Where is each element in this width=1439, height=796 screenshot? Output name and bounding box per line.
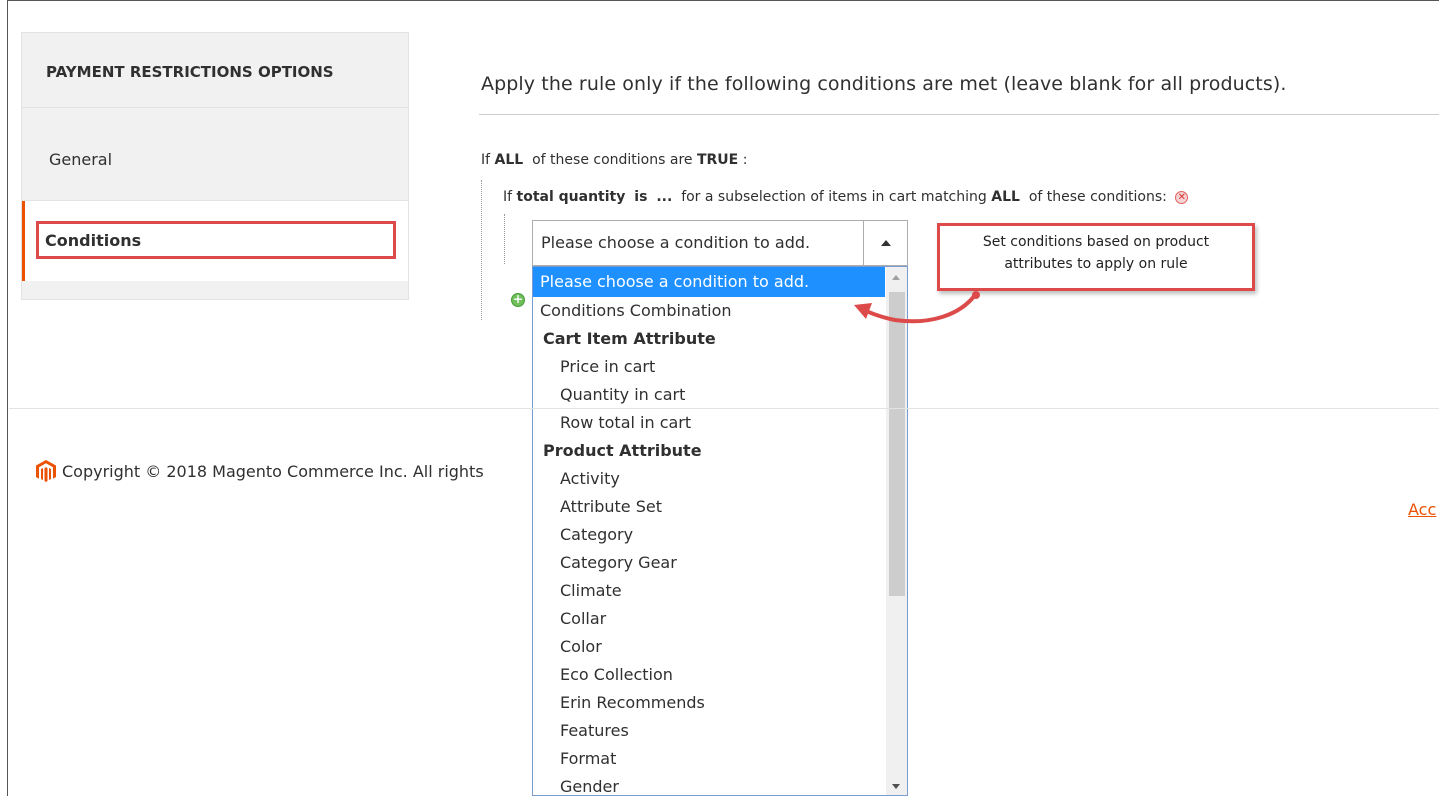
footer-copyright: Copyright © 2018 Magento Commerce Inc. A… (62, 462, 484, 481)
condition-root-value[interactable]: TRUE (697, 152, 738, 168)
condition-dropdown-options: Please choose a condition to add. Conditi… (533, 267, 907, 795)
heading-divider (479, 114, 1439, 115)
condition-root-line: If ALL of these conditions are TRUE : (481, 152, 747, 168)
dropdown-option[interactable]: Activity (533, 465, 885, 493)
condition-subselect-prefix: If (503, 189, 513, 205)
condition-root-suffix: : (742, 152, 748, 168)
condition-subselect-aggregator[interactable]: ALL (991, 189, 1020, 205)
condition-subselect-middle: for a subselection of items in cart matc… (681, 189, 987, 205)
dropdown-option[interactable]: Attribute Set (533, 493, 885, 521)
condition-subselect-value[interactable]: ... (656, 189, 672, 205)
dropdown-option[interactable]: Collar (533, 605, 885, 633)
condition-select-toggle[interactable] (863, 221, 907, 265)
footer-divider (9, 408, 1439, 409)
annotation-callout: Set conditions based on product attribut… (937, 223, 1255, 291)
condition-subselect-attr[interactable]: total quantity (517, 189, 626, 205)
condition-dropdown-list[interactable]: Please choose a condition to add. Conditi… (532, 266, 908, 796)
dropdown-scrollbar[interactable] (886, 267, 907, 795)
left-border (0, 0, 8, 796)
scrollbar-thumb[interactable] (889, 292, 905, 596)
dropdown-option[interactable]: Quantity in cart (533, 381, 885, 409)
dropdown-optgroup-label: Product Attribute (543, 441, 702, 460)
condition-subselect-line: If total quantity is ... for a subselect… (503, 189, 1189, 205)
condition-subselect-suffix: of these conditions: (1028, 189, 1167, 205)
condition-subselect-op[interactable]: is (634, 189, 647, 205)
dropdown-option[interactable]: Eco Collection (533, 661, 885, 689)
add-condition-icon[interactable]: + (511, 293, 525, 307)
footer-account-link[interactable]: Acc (1408, 500, 1436, 519)
condition-tree-line (481, 180, 482, 320)
dropdown-option[interactable]: Category Gear (533, 549, 885, 577)
dropdown-option[interactable]: Please choose a condition to add. (533, 267, 885, 297)
annotation-callout-line1: Set conditions based on product (982, 234, 1210, 250)
sidebar-item-general[interactable]: General (22, 108, 408, 201)
dropdown-option[interactable]: Erin Recommends (533, 689, 885, 717)
sidebar: PAYMENT RESTRICTIONS OPTIONS General Con… (21, 32, 409, 300)
sidebar-item-conditions[interactable]: Conditions (22, 201, 408, 281)
chevron-up-icon (881, 240, 891, 246)
sidebar-item-conditions-label[interactable]: Conditions (36, 221, 396, 259)
condition-root-aggregator[interactable]: ALL (495, 152, 524, 168)
scroll-up-arrow-icon[interactable] (892, 275, 900, 280)
dropdown-option[interactable]: Color (533, 633, 885, 661)
dropdown-option[interactable]: Row total in cart (533, 409, 885, 437)
condition-subtree-line (504, 214, 505, 264)
dropdown-option[interactable]: Format (533, 745, 885, 773)
condition-root-middle: of these conditions are (532, 152, 693, 168)
remove-condition-icon[interactable]: ✕ (1175, 190, 1189, 204)
dropdown-option[interactable]: Features (533, 717, 885, 745)
dropdown-option[interactable]: Climate (533, 577, 885, 605)
dropdown-optgroup-label: Cart Item Attribute (543, 329, 716, 348)
scroll-down-arrow-icon[interactable] (892, 784, 900, 789)
annotation-callout-line2: attributes to apply on rule (1004, 256, 1188, 272)
dropdown-option[interactable]: Category (533, 521, 885, 549)
dropdown-option[interactable]: Conditions Combination (533, 297, 885, 325)
dropdown-option[interactable]: Price in cart (533, 353, 885, 381)
condition-root-prefix: If (481, 152, 491, 168)
page-section-heading: Apply the rule only if the following con… (481, 73, 1287, 95)
condition-select-value: Please choose a condition to add. (541, 233, 811, 252)
magento-logo-icon (36, 460, 56, 482)
annotation-arrow (854, 291, 980, 324)
sidebar-title: PAYMENT RESTRICTIONS OPTIONS (22, 33, 408, 108)
condition-select[interactable]: Please choose a condition to add. (532, 220, 908, 266)
top-border (0, 0, 1439, 1)
dropdown-option[interactable]: Gender (533, 773, 885, 795)
